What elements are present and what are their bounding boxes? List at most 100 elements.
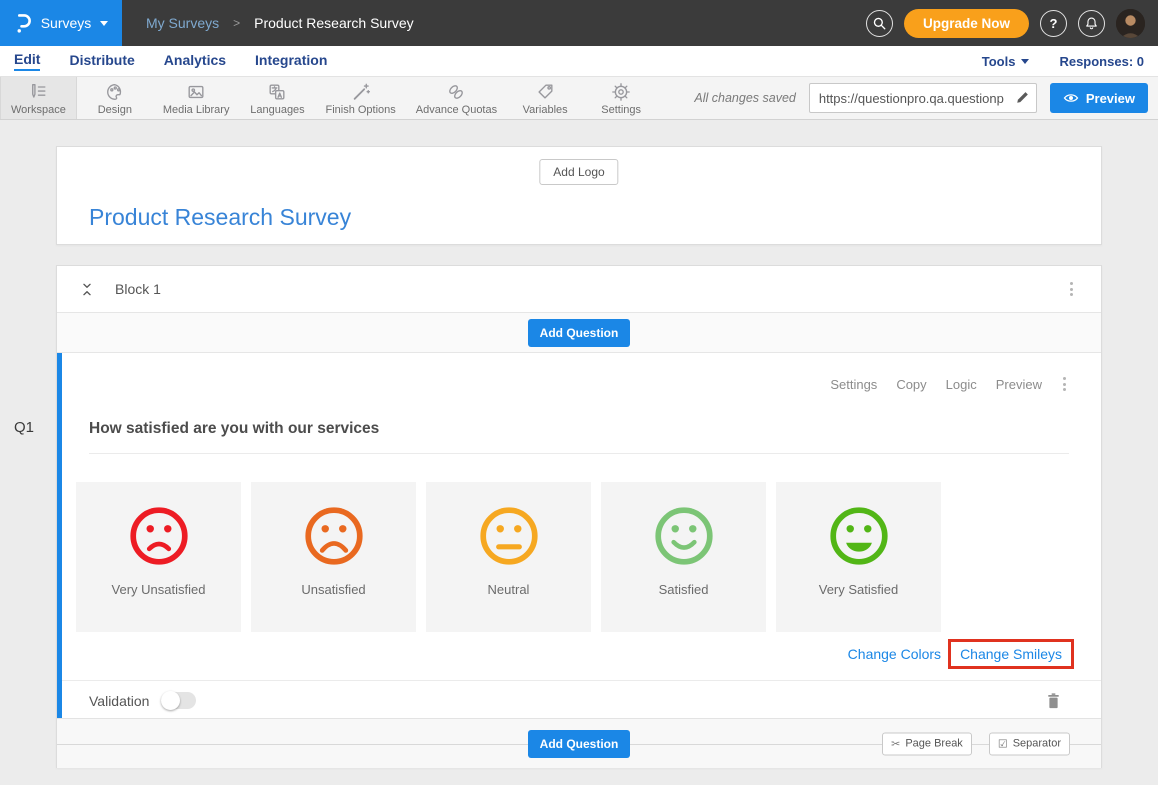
delete-question-button[interactable] [1046,692,1061,710]
toolbar-item-advance-quotas[interactable]: Advance Quotas [406,77,507,119]
page-break-button[interactable]: ✂ Page Break [882,732,972,755]
section-nav-right: Tools Responses: 0 [982,54,1144,69]
toolbar-item-label: Settings [601,104,641,116]
question-divider [89,453,1069,454]
add-question-row-top: Add Question [57,313,1101,353]
tab-edit[interactable]: Edit [14,51,40,71]
question-mark-icon: ? [1050,16,1058,31]
option-label: Very Satisfied [819,582,899,597]
question-preview-link[interactable]: Preview [996,377,1042,392]
option-satisfied[interactable]: Satisfied [601,482,766,632]
block-card: Block 1 Add Question Settings Copy Logic… [56,265,1102,768]
tab-integration[interactable]: Integration [255,52,327,70]
question-settings-link[interactable]: Settings [830,377,877,392]
breadcrumb-my-surveys[interactable]: My Surveys [146,15,219,31]
block-title: Block 1 [115,281,161,297]
red-annotation-box: Change Smileys [948,639,1074,669]
top-header-actions: Upgrade Now ? [866,9,1158,38]
workspace-icon [28,82,48,102]
save-status-text: All changes saved [694,91,795,105]
toolbar-item-finish-options[interactable]: Finish Options [315,77,405,119]
add-question-button[interactable]: Add Question [528,319,631,347]
breadcrumb-current-survey: Product Research Survey [254,15,414,31]
top-header: Surveys My Surveys > Product Research Su… [0,0,1158,46]
toolbar-item-label: Languages [250,104,304,116]
toolbar-item-variables[interactable]: Variables [507,77,583,119]
responses-count: Responses: 0 [1059,54,1144,69]
smiley-setting-links: Change Colors Change Smileys [62,639,1101,669]
question-logic-link[interactable]: Logic [946,377,977,392]
upgrade-now-button[interactable]: Upgrade Now [904,9,1029,38]
user-avatar[interactable] [1116,9,1145,38]
toolbar-item-workspace[interactable]: Workspace [0,77,77,119]
option-very-satisfied[interactable]: Very Satisfied [776,482,941,632]
checkbox-icon: ☑ [998,737,1008,750]
chevron-down-icon [100,21,108,26]
option-very-unsatisfied[interactable]: Very Unsatisfied [76,482,241,632]
tab-distribute[interactable]: Distribute [69,52,134,70]
change-smileys-link[interactable]: Change Smileys [960,646,1062,662]
option-label: Satisfied [659,582,709,597]
preview-button[interactable]: Preview [1050,83,1148,113]
question-text[interactable]: How satisfied are you with our services [89,420,1069,438]
media-library-icon [186,82,206,102]
unsatisfied-smiley-icon [301,503,367,569]
block-footer-tools: ✂ Page Break ☑ Separator [882,732,1070,755]
survey-title[interactable]: Product Research Survey [89,204,351,231]
search-button[interactable] [866,10,893,37]
question-copy-link[interactable]: Copy [896,377,926,392]
help-button[interactable]: ? [1040,10,1067,37]
survey-url-input[interactable] [809,83,1037,113]
chevron-down-icon [1021,59,1029,64]
toolbar-item-label: Design [98,104,132,116]
toolbar-item-label: Workspace [11,104,66,116]
survey-url-box [809,83,1037,113]
smiley-options: Very Unsatisfied Unsatisfied [76,482,1101,632]
option-neutral[interactable]: Neutral [426,482,591,632]
search-icon [872,16,887,31]
toolbar-right-cluster: All changes saved Preview [694,77,1158,119]
add-logo-button[interactable]: Add Logo [539,159,618,185]
questionpro-survey-editor: Surveys My Surveys > Product Research Su… [0,0,1158,785]
question-card: Settings Copy Logic Preview How satisfie… [57,353,1101,718]
trash-icon [1046,692,1061,710]
surveys-menu-label: Surveys [41,15,92,31]
neutral-smiley-icon [476,503,542,569]
option-unsatisfied[interactable]: Unsatisfied [251,482,416,632]
block-header: Block 1 [57,266,1101,313]
toolbar-item-languages[interactable]: Languages [239,77,315,119]
option-label: Neutral [488,582,530,597]
breadcrumb: My Surveys > Product Research Survey [146,15,414,31]
validation-row: Validation [62,680,1101,720]
validation-label: Validation [89,693,149,709]
option-label: Unsatisfied [301,582,365,597]
validation-toggle[interactable] [161,692,196,709]
option-label: Very Unsatisfied [112,582,206,597]
page-break-label: Page Break [905,738,962,750]
question-actions: Settings Copy Logic Preview [62,373,1101,395]
question-menu-button[interactable] [1059,373,1070,395]
toolbar-item-label: Variables [523,104,568,116]
block-menu-button[interactable] [1066,278,1077,300]
toolbar-item-label: Finish Options [325,104,395,116]
tab-analytics[interactable]: Analytics [164,52,226,70]
change-colors-link[interactable]: Change Colors [848,646,941,662]
tools-menu[interactable]: Tools [982,54,1030,69]
add-question-button-bottom[interactable]: Add Question [528,730,631,758]
variables-tag-icon [535,82,555,102]
satisfied-smiley-icon [651,503,717,569]
section-nav: Edit Distribute Analytics Integration To… [0,46,1158,76]
toolbar-item-label: Advance Quotas [416,104,497,116]
toolbar-item-settings[interactable]: Settings [583,77,659,119]
finish-options-wand-icon [351,82,371,102]
edit-url-pencil-icon[interactable] [1015,90,1030,105]
collapse-block-button[interactable] [79,281,95,298]
very-unsatisfied-smiley-icon [126,503,192,569]
surveys-app-menu[interactable]: Surveys [0,0,122,46]
breadcrumb-separator: > [233,16,240,30]
toolbar-item-media-library[interactable]: Media Library [153,77,240,119]
settings-gear-icon [611,82,631,102]
notifications-button[interactable] [1078,10,1105,37]
toolbar-item-design[interactable]: Design [77,77,153,119]
separator-button[interactable]: ☑ Separator [989,732,1070,755]
